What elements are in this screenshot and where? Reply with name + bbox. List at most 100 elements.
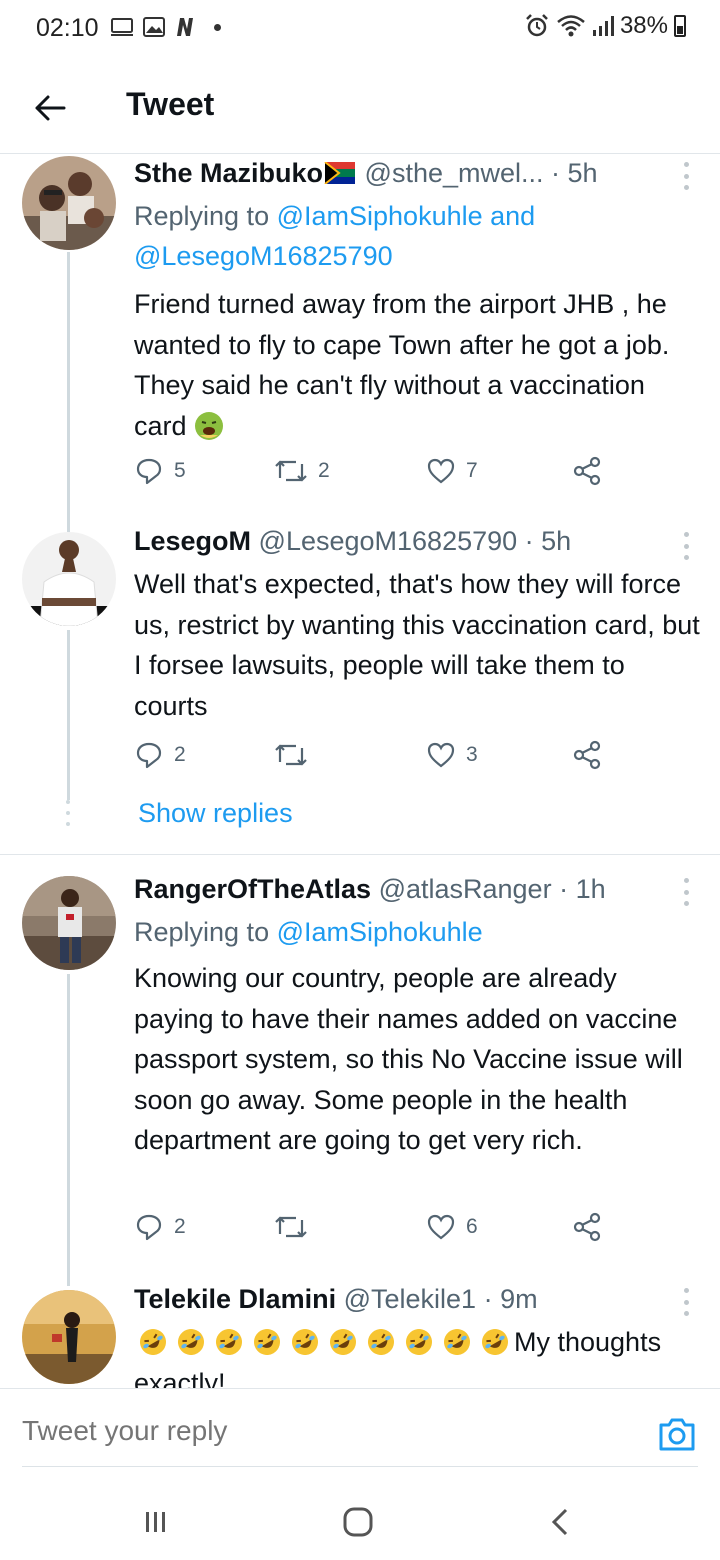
avatar[interactable] [22,1290,116,1384]
replying-to: Replying to @IamSiphokuhle and @LesegoM1… [134,201,536,271]
like-count: 7 [466,459,478,482]
south-africa-flag-icon [324,162,356,184]
rolling-on-floor-laughing-icon [140,1329,166,1355]
tweet-item[interactable]: RangerOfTheAtlas @atlasRanger · 1h Reply… [0,870,720,1276]
more-options-icon[interactable] [680,1288,692,1316]
wifi-icon [557,15,585,37]
tweet-item[interactable]: Sthe Mazibuko @sthe_mwel... · 5h Replyin… [0,154,720,522]
page-title: Tweet [126,86,215,122]
mention-link[interactable]: @IamSiphokuhle [277,917,483,947]
replying-to: Replying to @IamSiphokuhle [134,917,483,947]
status-bar: 02:10 38% [0,0,720,60]
avatar[interactable] [22,876,116,970]
rolling-on-floor-laughing-icon [178,1329,204,1355]
reply-count: 2 [174,1215,186,1238]
rolling-on-floor-laughing-icon [330,1329,356,1355]
user-handle[interactable]: @LesegoM16825790 [259,526,518,556]
rolling-on-floor-laughing-icon [368,1329,394,1355]
mention-link[interactable]: @IamSiphokuhle and [277,201,536,231]
retweet-button[interactable] [274,740,308,770]
rolling-on-floor-laughing-icon [482,1329,508,1355]
display-name[interactable]: Sthe Mazibuko [134,158,323,188]
reply-count: 5 [174,459,186,482]
top-app-bar: Tweet [0,60,720,154]
like-button[interactable]: 6 [426,1212,478,1242]
share-button[interactable] [572,740,602,770]
recent-apps-button[interactable] [126,1502,186,1542]
rolling-on-floor-laughing-icon [406,1329,432,1355]
back-nav-button[interactable] [530,1502,590,1542]
tweet-item[interactable]: LesegoM @LesegoM16825790 · 5h Well that'… [0,522,720,852]
heart-icon [427,458,455,484]
retweet-icon [275,460,307,482]
rolling-on-floor-laughing-icon [254,1329,280,1355]
retweet-button[interactable]: 2 [274,456,330,486]
like-button[interactable]: 3 [426,740,478,770]
divider [0,854,720,855]
netflix-n-icon [177,18,193,36]
alarm-icon [526,14,548,37]
gallery-icon [143,17,165,37]
tweet-item[interactable]: Telekile Dlamini @Telekile1 · 9m My thou… [0,1276,720,1388]
camera-icon[interactable] [656,1413,698,1455]
tweet-text: Well that's expected, that's how they wi… [134,569,700,721]
system-nav-bar [0,1480,720,1560]
user-handle[interactable]: @atlasRanger [379,874,552,904]
back-button[interactable] [22,80,78,136]
share-icon [573,740,601,770]
heart-icon [427,1214,455,1240]
reply-button[interactable]: 2 [134,740,186,770]
home-icon [343,1507,373,1537]
reply-icon [136,458,162,485]
signal-icon [592,16,614,36]
tweet-actions: 2 6 [134,1212,614,1252]
reply-count: 2 [174,743,186,766]
more-options-icon[interactable] [680,162,692,190]
chevron-left-icon [551,1508,568,1536]
reply-icon [136,742,162,769]
retweet-button[interactable] [274,1212,308,1242]
display-name[interactable]: Telekile Dlamini [134,1284,336,1314]
tweet-text: Knowing our country, people are already … [134,963,683,1155]
rolling-on-floor-laughing-icon [292,1329,318,1355]
timestamp: · 1h [559,874,606,904]
more-options-icon[interactable] [680,878,692,906]
screen-icon [111,18,133,36]
recent-apps-icon [146,1512,165,1532]
nauseated-face-icon [195,411,224,440]
heart-icon [427,742,455,768]
timestamp: · 5h [524,526,572,556]
display-name[interactable]: RangerOfTheAtlas [134,874,371,904]
user-handle[interactable]: @sthe_mwel... [365,158,544,188]
laughing-emoji-row [134,1327,514,1357]
thread-continuation-icon [65,800,71,826]
share-button[interactable] [572,1212,602,1242]
avatar[interactable] [22,156,116,250]
like-count: 3 [466,743,478,766]
tweet-actions: 2 3 [134,740,614,780]
user-handle[interactable]: @Telekile1 [344,1284,476,1314]
share-button[interactable] [572,456,602,486]
reply-input[interactable] [22,1415,602,1447]
display-name[interactable]: LesegoM [134,526,251,556]
mention-link[interactable]: @LesegoM16825790 [134,241,393,271]
retweet-icon [275,744,307,766]
reply-button[interactable]: 5 [134,456,186,486]
timestamp: · 9m [483,1284,538,1314]
retweet-count: 2 [318,459,330,482]
notification-dot-icon [214,23,221,31]
like-button[interactable]: 7 [426,456,478,486]
share-icon [573,456,601,486]
reply-button[interactable]: 2 [134,1212,186,1242]
battery-percent: 38% [619,12,668,39]
reply-icon [136,1214,162,1241]
show-replies-link[interactable]: Show replies [138,798,293,829]
retweet-icon [275,1216,307,1238]
rolling-on-floor-laughing-icon [444,1329,470,1355]
battery-icon [674,15,686,37]
avatar[interactable] [22,532,116,626]
arrow-left-icon [35,95,66,121]
home-button[interactable] [328,1502,388,1542]
tweet-actions: 5 2 7 [134,456,614,496]
more-options-icon[interactable] [680,532,692,560]
